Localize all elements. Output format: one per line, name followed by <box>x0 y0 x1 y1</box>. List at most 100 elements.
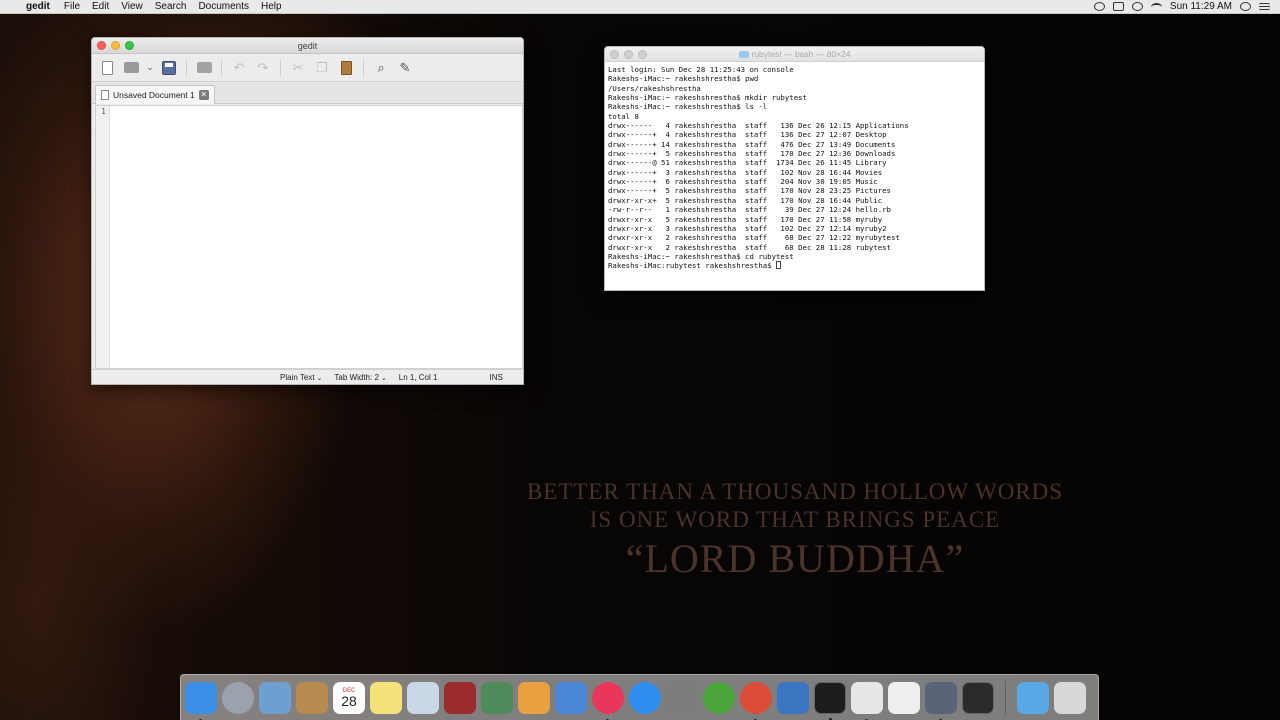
gedit-titlebar[interactable]: gedit <box>92 38 523 54</box>
recent-files-dropdown[interactable]: ⌄ <box>145 58 155 78</box>
app-store-icon[interactable] <box>629 681 661 714</box>
status-menus: Sun 11:29 AM <box>1093 1 1280 12</box>
document-icon <box>101 90 109 100</box>
paste-button[interactable] <box>336 58 356 78</box>
save-icon <box>162 60 176 75</box>
quote-line-2: IS ONE WORD THAT BRINGS PEACE <box>589 507 1001 532</box>
find-replace-button[interactable]: ✎ <box>395 58 415 78</box>
menu-edit[interactable]: Edit <box>92 1 109 12</box>
menu-file[interactable]: File <box>64 1 80 12</box>
preview-icon[interactable] <box>259 681 291 714</box>
system-preferences-icon[interactable] <box>666 681 698 714</box>
terminal-line: drwxr-xr-x 2 rakeshshrestha staff 68 Dec… <box>608 233 900 243</box>
menu-bar: gedit File Edit View Search Documents He… <box>0 0 1280 14</box>
find-button[interactable]: ⌕ <box>371 58 391 78</box>
wallpaper-quote: BETTER THAN A THOUSAND HOLLOW WORDS IS O… <box>480 478 1110 582</box>
print-button[interactable] <box>194 58 214 78</box>
zoom-window-button[interactable] <box>125 41 134 50</box>
menu-search[interactable]: Search <box>155 1 187 12</box>
print-icon <box>196 62 212 73</box>
copy-icon: ❐ <box>316 59 328 75</box>
copy-button[interactable]: ❐ <box>312 58 332 78</box>
terminal-titlebar[interactable]: rubytest — bash — 80×24 <box>605 47 984 62</box>
console-icon[interactable] <box>962 681 994 714</box>
pages-icon[interactable] <box>518 681 550 714</box>
terminal-line: Rakeshs-iMac:~ rakeshshrestha$ mkdir rub… <box>608 93 807 103</box>
language-selector[interactable]: Plain Text ⌄ <box>280 373 322 382</box>
bluetooth-icon[interactable] <box>1131 2 1143 11</box>
redo-icon: ↷ <box>257 59 269 75</box>
terminal-line: drwx------+ 3 rakeshshrestha staff 102 N… <box>608 167 883 177</box>
minimize-window-button[interactable] <box>624 50 633 59</box>
spotlight-icon[interactable] <box>1240 2 1251 11</box>
menu-documents[interactable]: Documents <box>198 1 249 12</box>
open-button[interactable] <box>121 58 141 78</box>
window-title: gedit <box>297 41 318 51</box>
textedit-icon[interactable] <box>851 681 883 720</box>
redo-button[interactable]: ↷ <box>253 58 273 78</box>
terminal-line: Rakeshs-iMac:~ rakeshshrestha$ cd rubyte… <box>608 251 794 261</box>
launchpad-icon[interactable] <box>222 681 254 714</box>
calendar-day: 28 <box>341 692 357 709</box>
itunes-icon[interactable] <box>592 681 624 720</box>
sync-icon[interactable] <box>1093 2 1105 11</box>
notification-center-icon[interactable] <box>1259 3 1270 10</box>
terminal-title: rubytest — bash — 80×24 <box>751 49 851 59</box>
chrome-icon[interactable] <box>740 681 772 720</box>
tab-width-selector[interactable]: Tab Width: 2 ⌄ <box>334 373 386 382</box>
new-document-button[interactable] <box>97 58 117 78</box>
photo-booth-icon[interactable] <box>444 681 476 714</box>
folder-icon[interactable] <box>1017 681 1049 714</box>
dock: DEC 28 <box>180 674 1099 720</box>
trash-icon[interactable] <box>1054 681 1086 714</box>
calendar-icon[interactable]: DEC 28 <box>333 681 365 714</box>
minimize-window-button[interactable] <box>111 41 120 50</box>
save-button[interactable] <box>159 58 179 78</box>
undo-button[interactable]: ↶ <box>229 58 249 78</box>
camera-icon[interactable] <box>1112 2 1124 11</box>
dock-separator <box>1005 680 1006 715</box>
notes-icon[interactable] <box>370 681 402 714</box>
contacts-icon[interactable] <box>296 681 328 714</box>
cut-button[interactable]: ✂ <box>288 58 308 78</box>
terminal-line: drwxr-xr-x 2 rakeshshrestha staff 68 Dec… <box>608 242 891 252</box>
new-document-icon <box>101 60 113 75</box>
finder-icon[interactable] <box>185 681 217 720</box>
terminal-output[interactable]: Last login: Sun Dec 28 11:25:43 on conso… <box>605 62 984 271</box>
keynote-icon[interactable] <box>555 681 587 714</box>
close-tab-icon[interactable]: ✕ <box>198 90 209 100</box>
line-number: 1 <box>101 107 106 116</box>
text-editor[interactable]: 1 <box>95 105 523 369</box>
menubar-clock[interactable]: Sun 11:29 AM <box>1170 1 1232 12</box>
script-editor-icon[interactable] <box>888 681 920 714</box>
imovie-icon[interactable] <box>925 681 957 720</box>
wifi-icon[interactable] <box>1150 2 1162 11</box>
xcode-icon[interactable] <box>777 681 809 714</box>
zoom-window-button[interactable] <box>638 50 647 59</box>
insert-mode-indicator: INS <box>489 372 503 382</box>
toolbar-separator <box>186 58 187 77</box>
terminal-line: drwx------+ 14 rakeshshrestha staff 476 … <box>608 139 896 149</box>
utorrent-icon[interactable] <box>703 681 735 714</box>
window-controls <box>97 41 134 50</box>
app-menu[interactable]: gedit <box>26 1 50 12</box>
menu-view[interactable]: View <box>121 1 143 12</box>
clipboard-icon <box>340 60 352 75</box>
close-window-button[interactable] <box>97 41 106 50</box>
terminal-icon[interactable] <box>814 681 846 720</box>
cursor-position: Ln 1, Col 1 <box>398 372 438 382</box>
terminal-line: drwx------ 4 rakeshshrestha staff 136 De… <box>608 121 909 131</box>
find-replace-icon: ✎ <box>399 59 411 75</box>
menu-help[interactable]: Help <box>261 1 282 12</box>
terminal-line: drwx------+ 5 rakeshshrestha staff 170 D… <box>608 149 896 159</box>
gedit-statusbar: Plain Text ⌄ Tab Width: 2 ⌄ Ln 1, Col 1 IN… <box>92 369 523 384</box>
gedit-window: gedit ⌄ ↶ ↷ ✂ ❐ ⌕ ✎ Unsaved Document 1 ✕… <box>91 37 524 385</box>
editor-text-area[interactable] <box>110 106 522 368</box>
line-number-gutter: 1 <box>96 106 110 368</box>
terminal-line: Rakeshs-iMac:rubytest rakeshshrestha$ <box>608 261 984 270</box>
terminal-line: Last login: Sun Dec 28 11:25:43 on conso… <box>608 65 794 74</box>
iphoto-icon[interactable] <box>481 681 513 714</box>
close-window-button[interactable] <box>610 50 619 59</box>
photo-viewer-icon[interactable] <box>407 681 439 714</box>
tab-unsaved-document-1[interactable]: Unsaved Document 1 ✕ <box>95 85 215 104</box>
